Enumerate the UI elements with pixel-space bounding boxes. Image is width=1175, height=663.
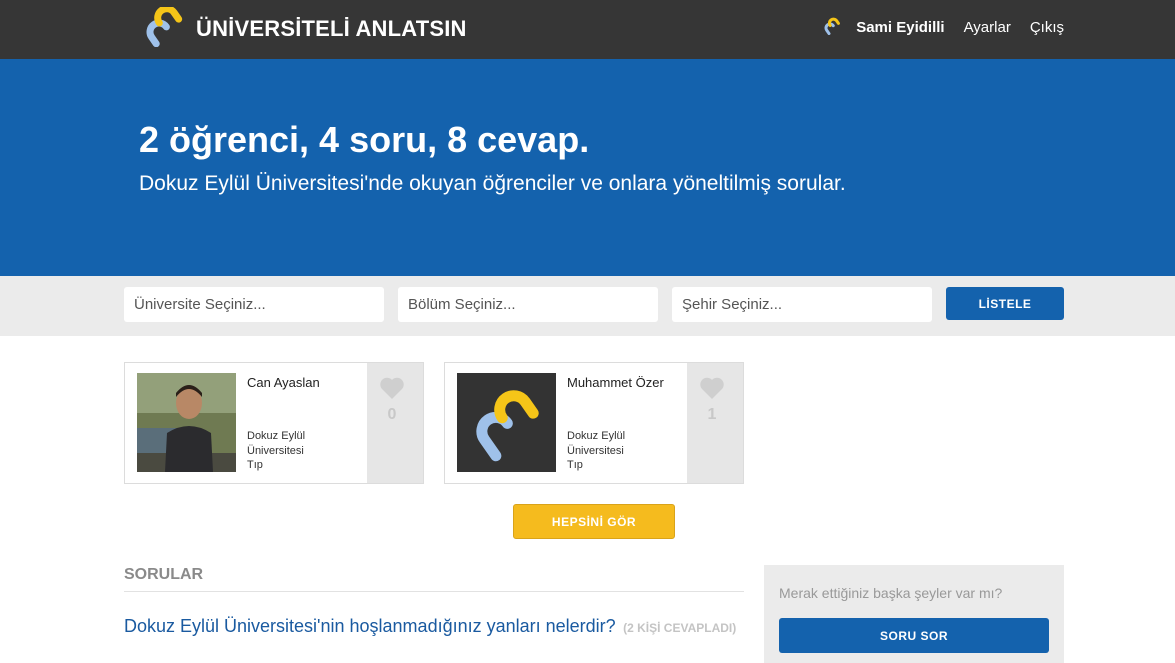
university-select[interactable]: Üniversite Seçiniz... (124, 287, 384, 322)
hero-title: 2 öğrenci, 4 soru, 8 cevap. (139, 119, 590, 160)
ask-prompt: Merak ettiğiniz başka şeyler var mı? (779, 585, 1003, 601)
city-select[interactable]: Şehir Seçiniz... (672, 287, 932, 322)
like-count: 0 (387, 406, 397, 423)
user-profile-link[interactable]: Sami Eyidilli (823, 17, 945, 39)
question-link[interactable]: Dokuz Eylül Üniversitesi'nin hoşlanmadığ… (124, 616, 616, 636)
user-nav: Sami Eyidilli Ayarlar Çıkış (823, 0, 1064, 55)
chain-link-user-icon (823, 17, 856, 39)
department-select[interactable]: Bölüm Seçiniz... (398, 287, 658, 322)
answer-count: (2 KİŞİ CEVAPLADI) (623, 621, 737, 635)
student-card[interactable]: Muhammet Özer Dokuz Eylül Üniversitesi T… (444, 362, 744, 484)
student-name: Can Ayaslan (247, 375, 320, 390)
ask-question-button[interactable]: SORU SOR (779, 618, 1049, 653)
student-department: Tıp (247, 459, 263, 471)
top-navbar: ÜNİVERSİTELİ ANLATSIN Sami Eyidilli Ayar… (0, 0, 1175, 59)
chain-link-logo-icon (143, 4, 185, 52)
student-department: Tıp (567, 459, 583, 471)
like-panel[interactable]: 0 (367, 363, 423, 483)
filter-bar: Üniversite Seçiniz... Bölüm Seçiniz... Ş… (0, 276, 1175, 336)
brand-title: ÜNİVERSİTELİ ANLATSIN (196, 16, 467, 41)
list-button[interactable]: LİSTELE (946, 287, 1064, 320)
brand-home-link[interactable]: ÜNİVERSİTELİ ANLATSIN (143, 4, 467, 52)
user-name: Sami Eyidilli (856, 19, 945, 36)
question-item: Dokuz Eylül Üniversitesi'nin hoşlanmadığ… (124, 613, 744, 641)
hero-subtitle: Dokuz Eylül Üniversitesi'nde okuyan öğre… (139, 172, 846, 195)
settings-link[interactable]: Ayarlar (964, 19, 1011, 36)
like-count: 1 (707, 406, 717, 423)
student-name: Muhammet Özer (567, 375, 664, 390)
avatar (137, 373, 236, 472)
ask-question-box: Merak ettiğiniz başka şeyler var mı? SOR… (764, 565, 1064, 663)
hero-banner: 2 öğrenci, 4 soru, 8 cevap. Dokuz Eylül … (0, 59, 1175, 276)
logout-link[interactable]: Çıkış (1030, 19, 1064, 36)
questions-section-title: SORULAR (124, 566, 204, 583)
student-card[interactable]: Can Ayaslan Dokuz Eylül Üniversitesi Tıp… (124, 362, 424, 484)
section-divider (124, 591, 744, 592)
avatar (457, 373, 556, 472)
see-all-button[interactable]: HEPSİNİ GÖR (513, 504, 675, 539)
student-university: Dokuz Eylül Üniversitesi (567, 430, 626, 457)
like-panel[interactable]: 1 (687, 363, 743, 483)
student-university: Dokuz Eylül Üniversitesi (247, 430, 306, 457)
